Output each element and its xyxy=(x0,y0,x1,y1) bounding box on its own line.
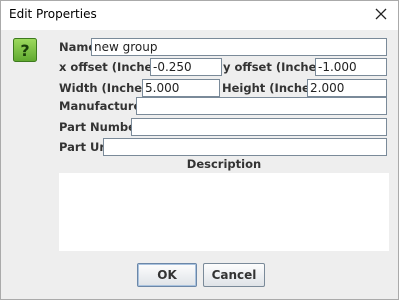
x-offset-field[interactable] xyxy=(150,58,222,76)
description-textarea[interactable] xyxy=(59,173,389,251)
part-number-label: Part Number xyxy=(59,120,142,134)
close-icon[interactable] xyxy=(372,5,390,23)
question-mark-icon: ? xyxy=(13,38,37,62)
manufacturer-field[interactable] xyxy=(136,97,387,115)
cancel-button[interactable]: Cancel xyxy=(203,263,265,287)
x-offset-label: x offset (Inches) xyxy=(59,60,165,74)
name-field[interactable] xyxy=(91,38,387,56)
y-offset-label: y offset (Inches) xyxy=(223,60,329,74)
ok-button[interactable]: OK xyxy=(137,263,197,287)
width-field[interactable] xyxy=(142,79,220,97)
part-url-label: Part Url xyxy=(59,140,110,154)
height-field[interactable] xyxy=(307,79,387,97)
edit-properties-dialog: Edit Properties ? Name x offset (Inches)… xyxy=(0,0,399,300)
y-offset-field[interactable] xyxy=(315,58,387,76)
part-url-field[interactable] xyxy=(103,138,387,156)
width-label: Width (Inches) xyxy=(59,81,155,95)
title-bar: Edit Properties xyxy=(1,1,398,30)
dialog-title: Edit Properties xyxy=(9,7,97,21)
description-label: Description xyxy=(186,157,262,171)
part-number-field[interactable] xyxy=(131,118,387,136)
manufacturer-label: Manufacturer xyxy=(59,99,147,113)
svg-text:?: ? xyxy=(20,41,29,60)
